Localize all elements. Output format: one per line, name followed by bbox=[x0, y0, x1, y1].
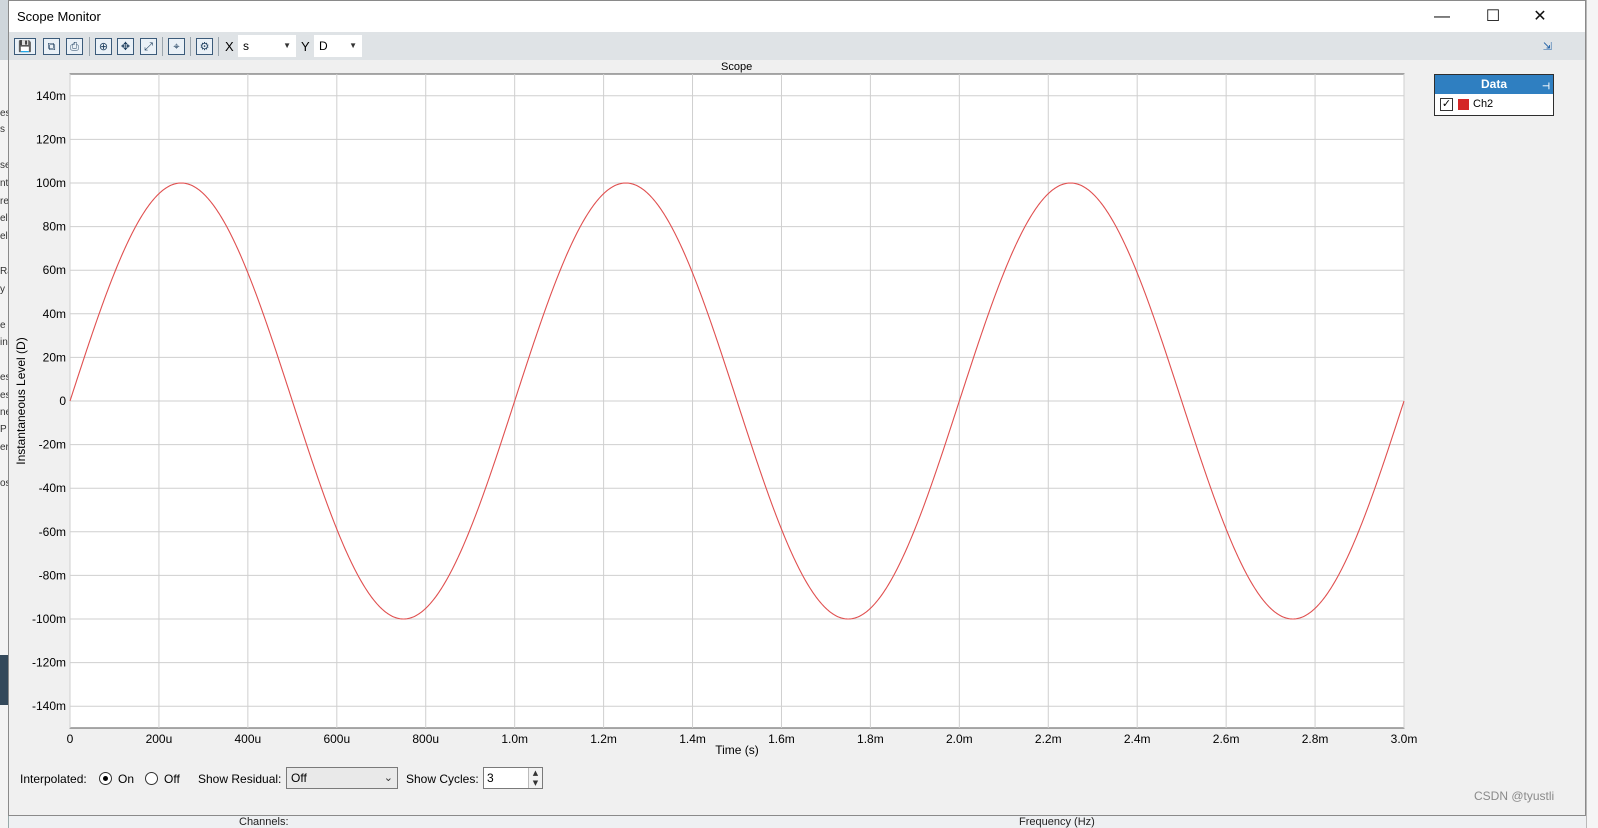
x-tick-label: 1.0m bbox=[501, 732, 528, 746]
y-tick-label: -20m bbox=[39, 438, 66, 452]
x-tick-label: 1.8m bbox=[857, 732, 884, 746]
scope-plot[interactable]: 0 200u 400u 600u 800u 1.0m 1.2m 1.4m 1.6m 1.8m 2.0… bbox=[9, 1, 1429, 761]
background-app-edge bbox=[1586, 0, 1598, 828]
y-tick-label: -140m bbox=[32, 699, 66, 713]
y-tick-label: 80m bbox=[43, 220, 66, 234]
background-app-footer: Channels: Frequency (Hz) bbox=[9, 815, 1586, 828]
interpolated-off-radio[interactable] bbox=[145, 772, 158, 785]
y-tick-label: 40m bbox=[43, 307, 66, 321]
show-residual-value: Off bbox=[291, 771, 307, 785]
x-tick-label: 2.6m bbox=[1213, 732, 1240, 746]
channel-label: Ch2 bbox=[1473, 98, 1494, 110]
frequency-label: Frequency (Hz) bbox=[1019, 816, 1095, 828]
y-tick-label: 0 bbox=[59, 394, 66, 408]
show-cycles-label: Show Cycles: bbox=[406, 772, 479, 786]
interpolated-on-radio[interactable] bbox=[99, 772, 112, 785]
x-tick-label: 1.4m bbox=[679, 732, 706, 746]
show-residual-label: Show Residual: bbox=[198, 772, 282, 786]
channel-checkbox[interactable]: ✓ bbox=[1440, 98, 1453, 111]
x-tick-label: 2.4m bbox=[1124, 732, 1151, 746]
chevron-down-icon: ⌄ bbox=[383, 771, 393, 784]
x-tick-label: 2.8m bbox=[1302, 732, 1329, 746]
interpolated-off-label: Off bbox=[164, 772, 180, 786]
x-tick-label: 0 bbox=[67, 732, 74, 746]
x-axis-title: Time (s) bbox=[715, 743, 759, 757]
legend-title: Data bbox=[1480, 77, 1507, 91]
y-axis-title: Instantaneous Level (D) bbox=[14, 337, 28, 464]
show-cycles-value: 3 bbox=[487, 771, 494, 785]
x-tick-label: 200u bbox=[146, 732, 173, 746]
close-button[interactable]: ✕ bbox=[1517, 1, 1563, 32]
bg-fragment: y bbox=[0, 284, 5, 295]
export-icon[interactable]: ⇲ bbox=[1539, 38, 1556, 55]
y-tick-label: 20m bbox=[43, 350, 66, 364]
y-tick-label: -60m bbox=[39, 525, 66, 539]
bg-fragment: s bbox=[0, 124, 5, 135]
bg-fragment: el bbox=[0, 231, 8, 242]
x-tick-label: 1.6m bbox=[768, 732, 795, 746]
interpolated-on-label: On bbox=[118, 772, 135, 786]
channel-color-swatch bbox=[1458, 99, 1469, 110]
channels-label: Channels: bbox=[239, 816, 289, 828]
interpolated-label: Interpolated: bbox=[20, 772, 87, 786]
y-tick-label: 100m bbox=[36, 176, 66, 190]
stepper-arrows-icon[interactable]: ▲ ▼ bbox=[528, 768, 542, 788]
y-tick-label: -120m bbox=[32, 656, 66, 670]
show-residual-dropdown[interactable]: Off ⌄ bbox=[286, 767, 398, 789]
x-tick-label: 1.2m bbox=[590, 732, 617, 746]
x-tick-label: 2.2m bbox=[1035, 732, 1062, 746]
scope-monitor-window: Scope Monitor — ☐ ✕ 💾 ⧉ ⎙ ⊕ ✥ ⤢ ⌖ ⚙ X s … bbox=[8, 0, 1586, 816]
x-tick-label: 3.0m bbox=[1391, 732, 1418, 746]
bg-fragment: in bbox=[0, 337, 8, 348]
x-tick-label: 800u bbox=[412, 732, 439, 746]
y-tick-label: 60m bbox=[43, 263, 66, 277]
x-tick-label: 400u bbox=[235, 732, 262, 746]
maximize-button[interactable]: ☐ bbox=[1470, 1, 1516, 32]
bottom-controls: Interpolated: On Off Show Residual: Off … bbox=[9, 761, 1585, 797]
legend-item-ch2[interactable]: ✓ Ch2 bbox=[1440, 98, 1550, 112]
bg-fragment: P bbox=[0, 424, 7, 435]
watermark: CSDN @tyustli bbox=[1474, 789, 1555, 803]
data-legend: Data ⊣ ✓ Ch2 bbox=[1434, 74, 1554, 116]
y-tick-label: 140m bbox=[36, 89, 66, 103]
x-tick-label: 600u bbox=[323, 732, 350, 746]
show-cycles-stepper[interactable]: 3 ▲ ▼ bbox=[483, 767, 543, 789]
legend-header: Data ⊣ bbox=[1435, 75, 1553, 94]
y-tick-label: 120m bbox=[36, 132, 66, 146]
pin-icon[interactable]: ⊣ bbox=[1542, 77, 1550, 96]
y-tick-label: -80m bbox=[39, 568, 66, 582]
bg-fragment: el bbox=[0, 213, 8, 224]
bg-fragment: e bbox=[0, 320, 6, 331]
x-tick-label: 2.0m bbox=[946, 732, 973, 746]
y-tick-label: -100m bbox=[32, 612, 66, 626]
y-tick-label: -40m bbox=[39, 481, 66, 495]
